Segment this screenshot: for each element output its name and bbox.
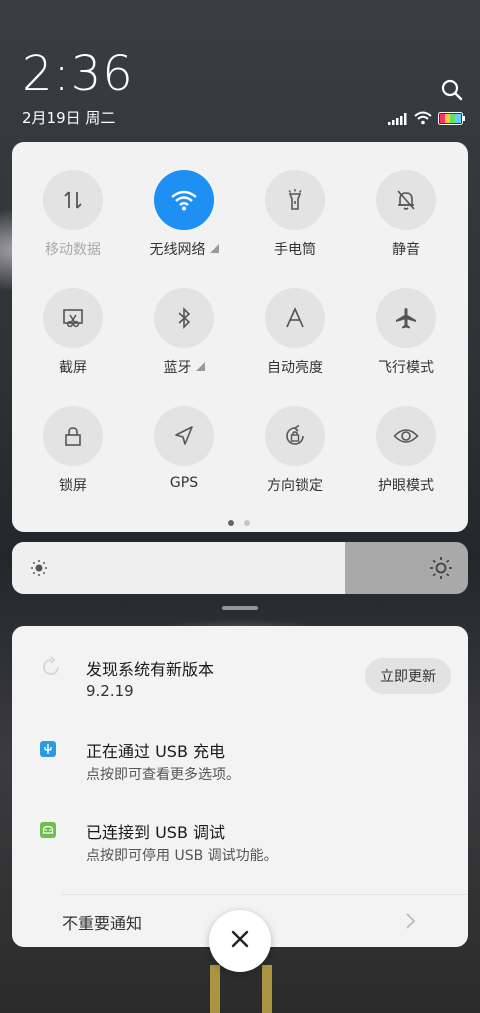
page-indicator: [228, 520, 250, 526]
tile-label: GPS: [169, 475, 199, 491]
close-icon: [231, 930, 249, 952]
rotation-lock-icon[interactable]: [265, 406, 325, 466]
tile-bluetooth[interactable]: 蓝牙: [134, 288, 234, 377]
date: 2月19日 周二: [22, 109, 116, 127]
tile-label: 方向锁定: [267, 478, 323, 494]
update-icon: [40, 656, 62, 682]
wallpaper-road-line: [210, 965, 220, 1013]
brightness-high-icon: [429, 556, 453, 584]
airplane-icon[interactable]: [376, 288, 436, 348]
tile-label: 手电筒: [274, 242, 316, 258]
notification-subtitle: 点按即可查看更多选项。: [86, 767, 240, 783]
tile-label: 锁屏: [59, 478, 87, 494]
page-dot: [244, 520, 250, 526]
tile-label: 飞行模式: [378, 360, 434, 376]
page-dot-active: [228, 520, 234, 526]
mobile-data-icon[interactable]: [43, 170, 103, 230]
chevron-right-icon[interactable]: [404, 912, 416, 934]
update-now-button[interactable]: 立即更新: [365, 658, 451, 694]
notification-title: 正在通过 USB 充电: [86, 742, 226, 761]
wallpaper-road-line: [262, 965, 272, 1013]
wifi-icon: [414, 110, 432, 129]
brightness-slider-fill: [12, 542, 345, 594]
tile-airplane[interactable]: 飞行模式: [356, 288, 456, 377]
notification-title: 发现系统有新版本: [86, 660, 215, 679]
tile-screenshot[interactable]: 截屏: [23, 288, 123, 377]
tile-mobile-data[interactable]: 移动数据: [23, 170, 123, 259]
bluetooth-icon[interactable]: [154, 288, 214, 348]
tile-label: 移动数据: [45, 242, 101, 258]
tile-wifi[interactable]: 无线网络: [134, 170, 234, 259]
battery-icon: [438, 110, 466, 129]
wifi-icon[interactable]: [154, 170, 214, 230]
eye-icon[interactable]: [376, 406, 436, 466]
tile-eye-care[interactable]: 护眼模式: [356, 406, 456, 495]
auto-brightness-icon[interactable]: [265, 288, 325, 348]
clock: 2:36: [22, 46, 134, 102]
tile-label: 蓝牙: [163, 360, 192, 376]
tile-label: 无线网络: [149, 242, 206, 258]
search-icon[interactable]: [440, 78, 464, 102]
mute-bell-icon[interactable]: [376, 170, 436, 230]
notification-panel: 发现系统有新版本 9.2.19 立即更新 正在通过 USB 充电 点按即可查看更…: [12, 626, 468, 947]
brightness-slider[interactable]: [12, 542, 468, 594]
tile-label: 护眼模式: [378, 478, 434, 494]
tile-gps[interactable]: GPS: [134, 406, 234, 491]
drag-handle[interactable]: [222, 606, 258, 610]
tile-label: 自动亮度: [267, 360, 323, 376]
tile-auto-brightness[interactable]: 自动亮度: [245, 288, 345, 377]
tile-lock-screen[interactable]: 锁屏: [23, 406, 123, 495]
flashlight-icon[interactable]: [265, 170, 325, 230]
tile-mute[interactable]: 静音: [356, 170, 456, 259]
notification-subtitle: 点按即可停用 USB 调试功能。: [86, 848, 278, 864]
brightness-low-icon: [30, 559, 48, 581]
android-debug-icon: [40, 822, 56, 842]
divider: [62, 894, 468, 895]
expand-triangle-icon: [209, 244, 219, 253]
notification-title: 已连接到 USB 调试: [86, 823, 226, 842]
status-bar-icons: [388, 110, 466, 129]
minor-notifications-link[interactable]: 不重要通知: [62, 910, 142, 934]
notification-subtitle: 9.2.19: [86, 682, 134, 700]
tile-label: 截屏: [59, 360, 87, 376]
tile-flashlight[interactable]: 手电筒: [245, 170, 345, 259]
signal-icon: [388, 110, 408, 129]
gps-icon[interactable]: [154, 406, 214, 466]
screenshot-icon[interactable]: [43, 288, 103, 348]
clear-all-button[interactable]: [209, 910, 271, 972]
quick-settings-panel: 移动数据 无线网络 手电筒 静音 截屏 蓝牙 自动亮度 飞行模式 锁屏 GPS …: [12, 142, 468, 532]
expand-triangle-icon: [195, 362, 205, 371]
tile-label: 静音: [392, 242, 420, 258]
tile-rotation-lock[interactable]: 方向锁定: [245, 406, 345, 495]
usb-icon: [40, 741, 56, 761]
lock-icon[interactable]: [43, 406, 103, 466]
